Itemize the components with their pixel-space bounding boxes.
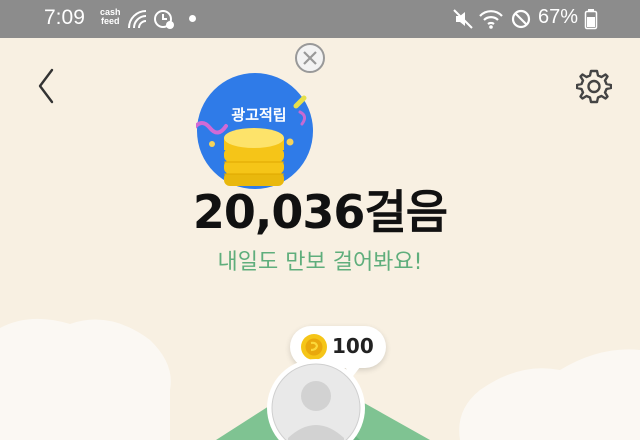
do-not-disturb-icon bbox=[511, 9, 531, 29]
chevron-left-icon bbox=[38, 68, 54, 104]
reward-amount: 100 bbox=[332, 334, 374, 358]
status-bar: 7:09 cash feed 67% bbox=[0, 0, 640, 38]
ad-reward-badge[interactable] bbox=[196, 72, 314, 190]
close-circle-icon bbox=[295, 43, 325, 73]
mute-icon bbox=[453, 9, 473, 29]
settings-button[interactable] bbox=[576, 68, 612, 104]
gear-icon bbox=[576, 69, 612, 104]
steps-count: 20,036걸음 bbox=[192, 185, 448, 239]
close-ad-button[interactable] bbox=[294, 42, 326, 74]
signal-waves-icon bbox=[128, 10, 147, 29]
clock-icon bbox=[154, 10, 174, 29]
avatar[interactable] bbox=[264, 356, 368, 440]
cashfeed-icon: cash feed bbox=[100, 7, 121, 26]
status-time: 7:09 bbox=[44, 6, 85, 29]
cloud-right bbox=[459, 349, 640, 440]
notification-dot bbox=[189, 15, 196, 22]
steps-message: 내일도 만보 걸어봐요! bbox=[217, 250, 423, 275]
cloud-left bbox=[0, 318, 171, 440]
battery-percentage: 67% bbox=[538, 6, 579, 28]
battery-icon bbox=[584, 9, 598, 30]
wifi-icon bbox=[479, 10, 503, 29]
ad-badge-label: 광고적립 bbox=[231, 106, 287, 124]
back-button[interactable] bbox=[34, 66, 60, 106]
